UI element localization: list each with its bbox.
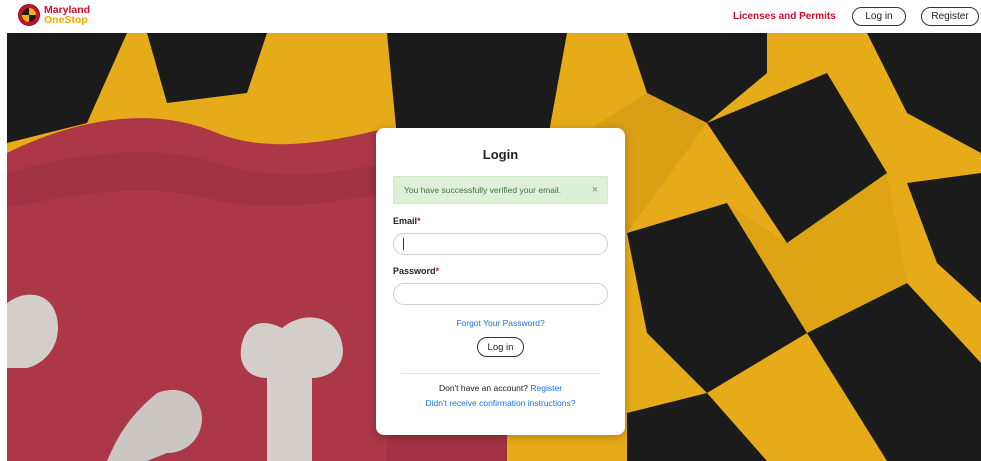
password-input[interactable] bbox=[393, 283, 608, 305]
top-header: Maryland OneStop Licenses and Permits Lo… bbox=[0, 0, 981, 33]
email-label: Email* bbox=[393, 216, 421, 226]
password-label-text: Password bbox=[393, 266, 436, 276]
no-account-text: Don't have an account? bbox=[438, 383, 528, 393]
logo-text: Maryland OneStop bbox=[44, 5, 90, 26]
confirmation-instructions-link[interactable]: Didn't receive confirmation instructions… bbox=[376, 398, 625, 408]
success-alert: You have successfully verified your emai… bbox=[393, 176, 608, 204]
alert-message: You have successfully verified your emai… bbox=[404, 185, 562, 195]
nav-licenses-and-permits[interactable]: Licenses and Permits bbox=[733, 11, 836, 22]
email-required-marker: * bbox=[417, 216, 421, 226]
login-card: Login You have successfully verified you… bbox=[376, 128, 625, 435]
header-login-button[interactable]: Log in bbox=[852, 7, 906, 26]
logo-line-2: OneStop bbox=[44, 14, 88, 26]
header-register-button[interactable]: Register bbox=[921, 7, 979, 26]
divider bbox=[401, 373, 600, 374]
register-link[interactable]: Register bbox=[530, 383, 562, 393]
email-label-text: Email bbox=[393, 216, 418, 226]
maryland-seal-icon bbox=[18, 4, 40, 26]
login-title: Login bbox=[482, 147, 519, 162]
password-required-marker: * bbox=[435, 266, 440, 276]
text-cursor bbox=[403, 238, 404, 250]
no-account-line: Don't have an account? Register bbox=[376, 383, 625, 393]
password-label: Password* bbox=[393, 266, 439, 276]
login-submit-button[interactable]: Log in bbox=[477, 337, 524, 357]
email-input[interactable] bbox=[393, 233, 608, 255]
close-icon[interactable]: × bbox=[592, 184, 598, 196]
forgot-password-link[interactable]: Forgot Your Password? bbox=[376, 318, 625, 328]
site-logo[interactable]: Maryland OneStop bbox=[18, 4, 90, 26]
